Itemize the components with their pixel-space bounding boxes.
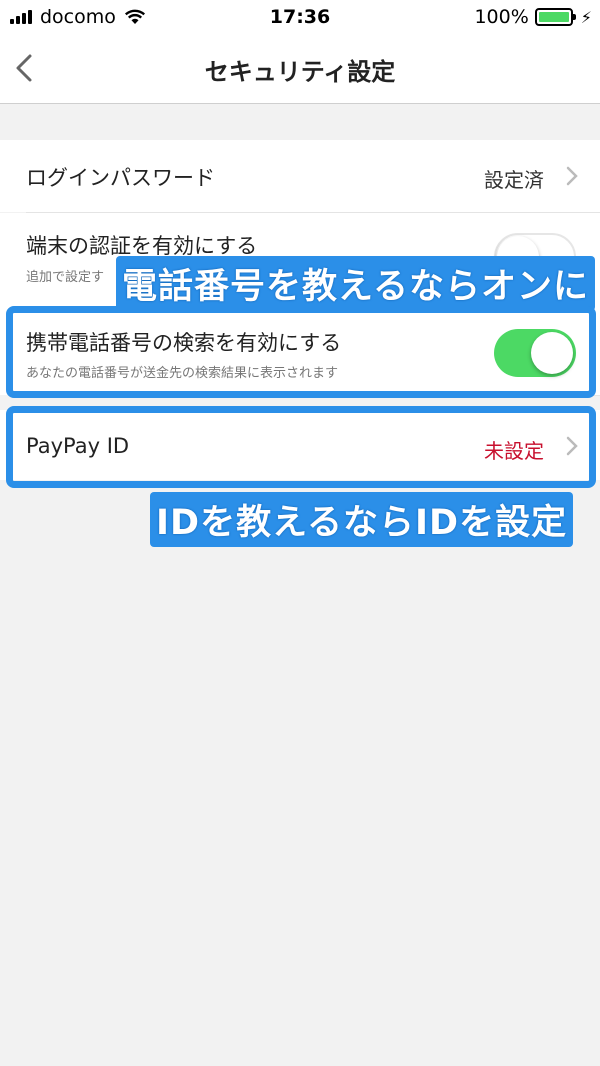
page-title: セキュリティ設定 <box>204 58 396 86</box>
login-password-row[interactable]: ログインパスワード 設定済 <box>0 140 600 212</box>
id-annotation-caption: IDを教えるならIDを設定 <box>150 492 574 547</box>
charging-icon: ⚡ <box>580 7 592 27</box>
nav-bar: セキュリティ設定 <box>0 34 600 104</box>
status-bar: docomo 17:36 100% ⚡ <box>0 0 600 34</box>
id-highlight-frame <box>6 406 596 488</box>
battery-percent: 100% <box>474 6 529 28</box>
login-password-value: 設定済 <box>484 168 544 192</box>
phone-annotation-caption: 電話番号を教えるならオンに <box>116 256 595 311</box>
device-auth-sub: 追加で設定す <box>26 270 105 285</box>
phone-highlight-frame <box>6 306 596 398</box>
status-right: 100% ⚡ <box>474 6 592 28</box>
login-password-label: ログインパスワード <box>26 166 215 190</box>
chevron-right-icon <box>566 166 578 186</box>
battery-icon <box>534 8 576 26</box>
